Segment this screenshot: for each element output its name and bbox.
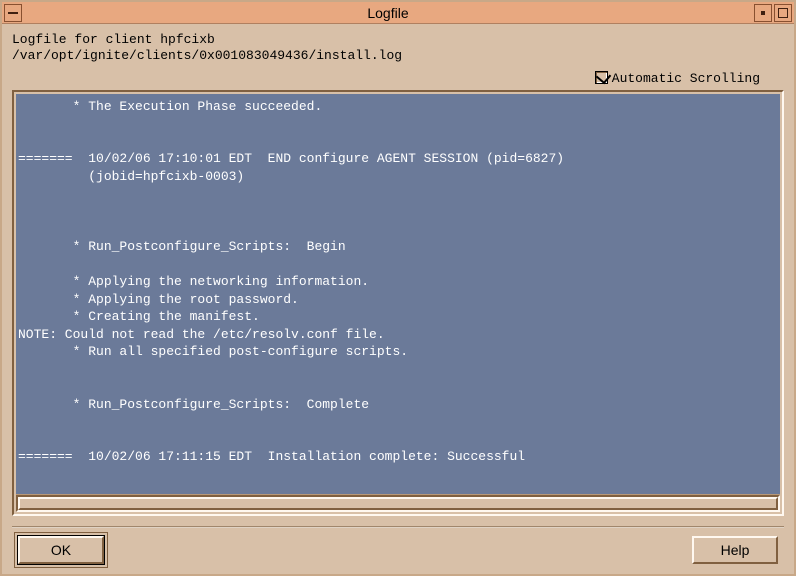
ok-button[interactable]: OK [18, 536, 104, 564]
window-menu-button[interactable] [4, 4, 22, 22]
separator [12, 526, 784, 528]
hscroll-trough[interactable] [16, 495, 780, 512]
button-row: OK Help [12, 536, 784, 564]
autoscroll-checkbox[interactable] [595, 71, 608, 84]
log-text[interactable]: * The Execution Phase succeeded. =======… [16, 94, 780, 495]
logfile-header-line1: Logfile for client hpfcixb [12, 32, 215, 47]
log-frame: * The Execution Phase succeeded. =======… [12, 90, 784, 517]
autoscroll-label: Automatic Scrolling [612, 71, 760, 86]
hscroll-thumb[interactable] [18, 497, 778, 510]
autoscroll-row: Automatic Scrolling [12, 69, 784, 90]
logfile-header: Logfile for client hpfcixb /var/opt/igni… [12, 32, 784, 65]
titlebar: Logfile [2, 2, 794, 24]
help-button[interactable]: Help [692, 536, 778, 564]
maximize-button[interactable] [774, 4, 792, 22]
logfile-header-line2: /var/opt/ignite/clients/0x001083049436/i… [12, 48, 402, 63]
horizontal-scrollbar[interactable] [16, 494, 780, 512]
window-title: Logfile [22, 5, 754, 21]
logfile-window: Logfile Logfile for client hpfcixb /var/… [0, 0, 796, 576]
minimize-button[interactable] [754, 4, 772, 22]
client-area: Logfile for client hpfcixb /var/opt/igni… [2, 24, 794, 574]
